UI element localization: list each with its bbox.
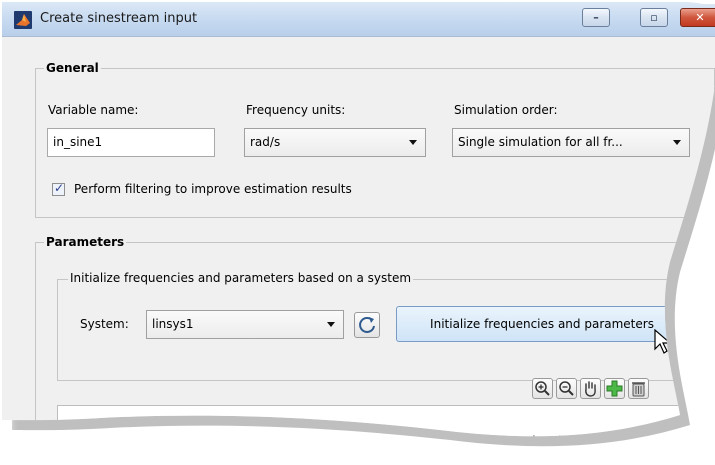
pan-hand-icon	[581, 379, 600, 398]
frequency-units-value: rad/s	[250, 135, 281, 149]
dialog-body: General Variable name: in_sine1 Frequenc…	[2, 37, 715, 447]
title-bar[interactable]: Create sinestream input – ▫ ✕	[2, 2, 715, 37]
filtering-checkbox[interactable]: ✓	[52, 183, 65, 196]
zoom-in-button[interactable]	[532, 378, 553, 399]
simulation-order-label: Simulation order:	[454, 103, 558, 117]
chevron-down-icon	[673, 140, 681, 145]
refresh-icon	[355, 313, 379, 337]
add-button[interactable]	[604, 378, 625, 399]
frequency-units-select[interactable]: rad/s	[244, 128, 426, 157]
variable-name-label: Variable name:	[48, 103, 139, 117]
maximize-button[interactable]: ▫	[640, 8, 668, 27]
zoom-out-icon	[557, 379, 576, 398]
checkmark-icon: ✓	[54, 181, 65, 195]
add-plus-icon	[605, 379, 624, 398]
variable-name-field[interactable]: in_sine1	[47, 128, 215, 157]
system-select[interactable]: linsys1	[146, 310, 344, 339]
system-value: linsys1	[152, 317, 194, 331]
screenshot-stage: Create sinestream input – ▫ ✕ General Va…	[0, 0, 715, 447]
filtering-checkbox-label: Perform filtering to improve estimation …	[74, 182, 352, 196]
init-system-legend: Initialize frequencies and parameters ba…	[70, 271, 412, 285]
matlab-logo-icon	[14, 11, 32, 29]
close-button[interactable]: ✕	[680, 8, 715, 27]
system-label: System:	[80, 317, 129, 331]
pan-button[interactable]	[580, 378, 601, 399]
simulation-order-value: Single simulation for all fr...	[458, 135, 623, 149]
minimize-button[interactable]: –	[582, 8, 610, 27]
close-icon: ✕	[695, 11, 705, 24]
delete-trash-icon	[629, 379, 648, 398]
zoom-out-button[interactable]	[556, 378, 577, 399]
window-title: Create sinestream input	[40, 11, 198, 26]
parameters-legend: Parameters	[46, 235, 125, 249]
dialog-window: Create sinestream input – ▫ ✕ General Va…	[0, 0, 715, 447]
zoom-in-icon	[533, 379, 552, 398]
chevron-down-icon	[327, 322, 335, 327]
frequency-units-label: Frequency units:	[246, 103, 346, 117]
maximize-icon: ▫	[650, 11, 658, 24]
refresh-button[interactable]	[354, 312, 380, 338]
general-legend: General	[46, 61, 99, 75]
delete-button[interactable]	[628, 378, 649, 399]
initialize-frequencies-label: Initialize frequencies and parameters	[430, 317, 654, 331]
chevron-down-icon	[409, 140, 417, 145]
simulation-order-select[interactable]: Single simulation for all fr...	[452, 128, 690, 157]
minimize-icon: –	[593, 11, 599, 24]
initialize-frequencies-button[interactable]: Initialize frequencies and parameters	[396, 306, 688, 342]
